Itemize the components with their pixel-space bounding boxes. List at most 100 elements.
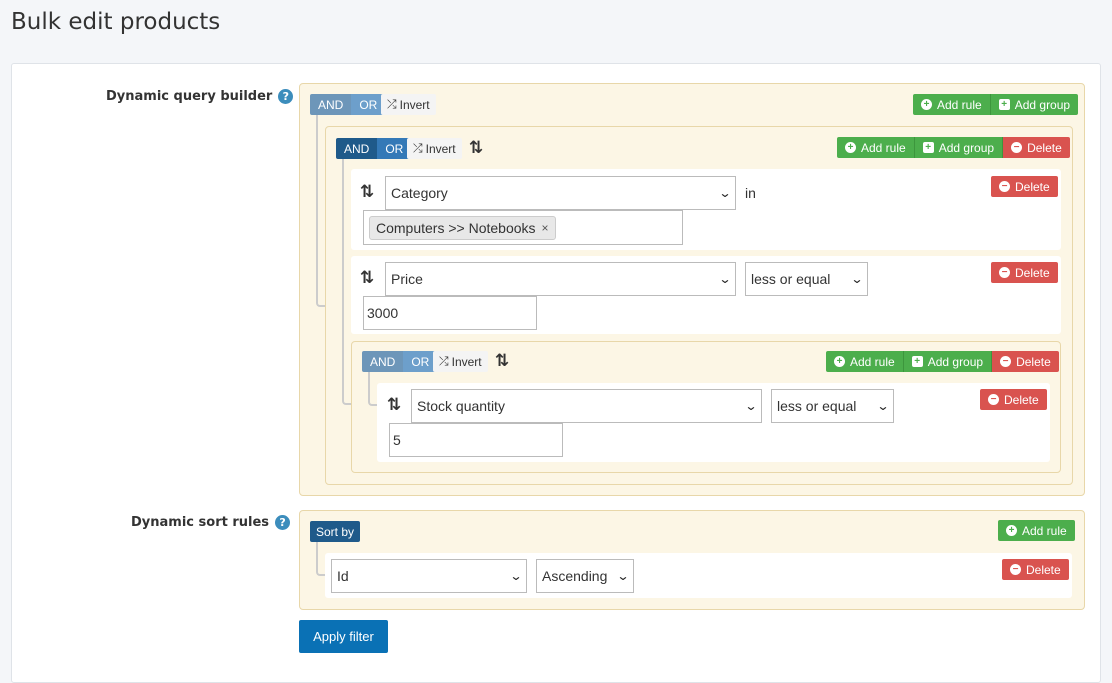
rule-value-text: 5 xyxy=(393,432,401,448)
rule-operator-value: less or equal xyxy=(751,271,831,287)
minus-circle-icon: − xyxy=(1011,142,1023,153)
rule-operator-select[interactable]: less or equal ⌄ xyxy=(771,389,894,423)
rule-category-delete-button[interactable]: − Delete xyxy=(991,176,1058,197)
rule-field-select[interactable]: Stock quantity ⌄ xyxy=(411,389,762,423)
group2-add-rule-button[interactable]: + Add rule xyxy=(826,351,904,372)
root-invert-label: Invert xyxy=(399,97,430,112)
sort-rule-delete-label: Delete xyxy=(1026,562,1061,577)
rule-delete-label: Delete xyxy=(1015,179,1050,194)
rule-field-value: Price xyxy=(391,271,423,287)
group1-invert-button[interactable]: ⤮ Invert xyxy=(407,138,462,159)
group1-delete-label: Delete xyxy=(1027,140,1062,155)
sort-add-rule-button[interactable]: + Add rule xyxy=(998,520,1075,541)
rule-field-value: Stock quantity xyxy=(417,398,505,414)
rule-value-text: 3000 xyxy=(367,305,399,321)
category-tag: Computers >> Notebooks × xyxy=(369,215,556,240)
group2-add-group-button[interactable]: + Add group xyxy=(903,351,993,372)
category-tag-input[interactable]: Computers >> Notebooks × xyxy=(363,210,683,245)
query-builder-label: Dynamic query builder ? xyxy=(106,89,294,104)
sort-direction-select[interactable]: Ascending ⌄ xyxy=(536,559,634,593)
chevron-down-icon: ⌄ xyxy=(718,186,732,200)
group1-add-rule-button[interactable]: + Add rule xyxy=(837,137,915,158)
query-builder-label-text: Dynamic query builder xyxy=(106,89,273,104)
help-icon[interactable]: ? xyxy=(278,89,294,104)
minus-circle-icon: − xyxy=(988,394,999,405)
plus-circle-icon: + xyxy=(1006,525,1017,536)
chevron-down-icon: ⌄ xyxy=(876,399,890,413)
rule-value-input[interactable]: 5 xyxy=(389,423,563,457)
group1-add-group-button[interactable]: + Add group xyxy=(914,137,1004,158)
group2-invert-button[interactable]: ⤮ Invert xyxy=(433,351,488,372)
rule-delete-label: Delete xyxy=(1015,265,1050,280)
sort-rule-delete-button[interactable]: − Delete xyxy=(1002,559,1069,580)
chevron-down-icon: ⌄ xyxy=(616,569,630,583)
rule-operator-text: in xyxy=(745,185,756,201)
sort-handle-icon[interactable]: ⇅ xyxy=(360,183,374,200)
sort-field-select[interactable]: Id ⌄ xyxy=(331,559,527,593)
chevron-down-icon: ⌄ xyxy=(718,272,732,286)
group1-add-rule-label: Add rule xyxy=(861,140,906,155)
group2-invert-label: Invert xyxy=(451,354,482,369)
group2-delete-button[interactable]: − Delete xyxy=(992,351,1059,372)
group1-condition-toggle: AND OR xyxy=(336,138,412,159)
group2-actions: + Add rule + Add group − Delete xyxy=(826,351,1059,372)
tag-remove-icon[interactable]: × xyxy=(542,221,549,235)
chevron-down-icon: ⌄ xyxy=(850,272,864,286)
rule-operator-select[interactable]: less or equal ⌄ xyxy=(745,262,868,296)
rule-stock-delete-button[interactable]: − Delete xyxy=(980,389,1047,410)
shuffle-icon: ⤮ xyxy=(413,141,423,155)
rule-field-select[interactable]: Category ⌄ xyxy=(385,176,736,210)
group1-invert-label: Invert xyxy=(425,141,456,156)
group1-delete-button[interactable]: − Delete xyxy=(1003,137,1070,158)
sort-field-value: Id xyxy=(337,568,349,584)
minus-circle-icon: − xyxy=(999,181,1010,192)
category-tag-label: Computers >> Notebooks xyxy=(376,219,536,236)
apply-filter-button[interactable]: Apply filter xyxy=(299,620,388,653)
group1-add-group-label: Add group xyxy=(938,140,995,155)
sort-by-badge: Sort by xyxy=(310,521,361,542)
rule-operator-value: less or equal xyxy=(777,398,857,414)
rule-value-input[interactable]: 3000 xyxy=(363,296,537,330)
group2-add-group-label: Add group xyxy=(927,354,984,369)
root-add-group-label: Add group xyxy=(1014,97,1071,112)
chevron-down-icon: ⌄ xyxy=(744,399,758,413)
page-title: Bulk edit products xyxy=(11,9,221,35)
root-actions: + Add rule + Add group xyxy=(913,94,1079,115)
help-icon[interactable]: ? xyxy=(275,515,291,530)
shuffle-icon: ⤮ xyxy=(439,354,449,368)
group1-actions: + Add rule + Add group − Delete xyxy=(837,137,1070,158)
rule-field-select[interactable]: Price ⌄ xyxy=(385,262,736,296)
shuffle-icon: ⤮ xyxy=(387,97,397,111)
rule-price-delete-button[interactable]: − Delete xyxy=(991,262,1058,283)
sort-handle-icon[interactable]: ⇅ xyxy=(387,396,401,413)
rule-delete-label: Delete xyxy=(1004,392,1039,407)
root-condition-toggle: AND OR xyxy=(310,94,386,115)
sort-handle-icon[interactable]: ⇅ xyxy=(495,352,509,369)
root-add-group-button[interactable]: + Add group xyxy=(990,94,1079,115)
group2-delete-label: Delete xyxy=(1016,354,1051,369)
group2-and-button[interactable]: AND xyxy=(362,351,404,372)
rule-field-value: Category xyxy=(391,185,448,201)
sort-rules-label-text: Dynamic sort rules xyxy=(131,515,270,530)
group2-condition-toggle: AND OR xyxy=(362,351,438,372)
group2-add-rule-label: Add rule xyxy=(850,354,895,369)
minus-circle-icon: − xyxy=(1000,356,1012,367)
sort-add-rule-label: Add rule xyxy=(1022,523,1067,538)
plus-circle-icon: + xyxy=(845,142,856,153)
minus-circle-icon: − xyxy=(1010,564,1021,575)
sort-rules-label: Dynamic sort rules ? xyxy=(131,515,291,530)
root-add-rule-button[interactable]: + Add rule xyxy=(913,94,991,115)
group1-and-button[interactable]: AND xyxy=(336,138,378,159)
plus-square-icon: + xyxy=(998,99,1010,110)
root-add-rule-label: Add rule xyxy=(937,97,982,112)
root-and-button[interactable]: AND xyxy=(310,94,352,115)
root-invert-button[interactable]: ⤮ Invert xyxy=(381,94,436,115)
sort-handle-icon[interactable]: ⇅ xyxy=(469,139,483,156)
plus-square-icon: + xyxy=(922,142,934,153)
sort-handle-icon[interactable]: ⇅ xyxy=(360,269,374,286)
sort-direction-value: Ascending xyxy=(542,568,608,584)
minus-circle-icon: − xyxy=(999,267,1010,278)
plus-circle-icon: + xyxy=(921,99,932,110)
chevron-down-icon: ⌄ xyxy=(509,569,523,583)
plus-square-icon: + xyxy=(911,356,923,367)
